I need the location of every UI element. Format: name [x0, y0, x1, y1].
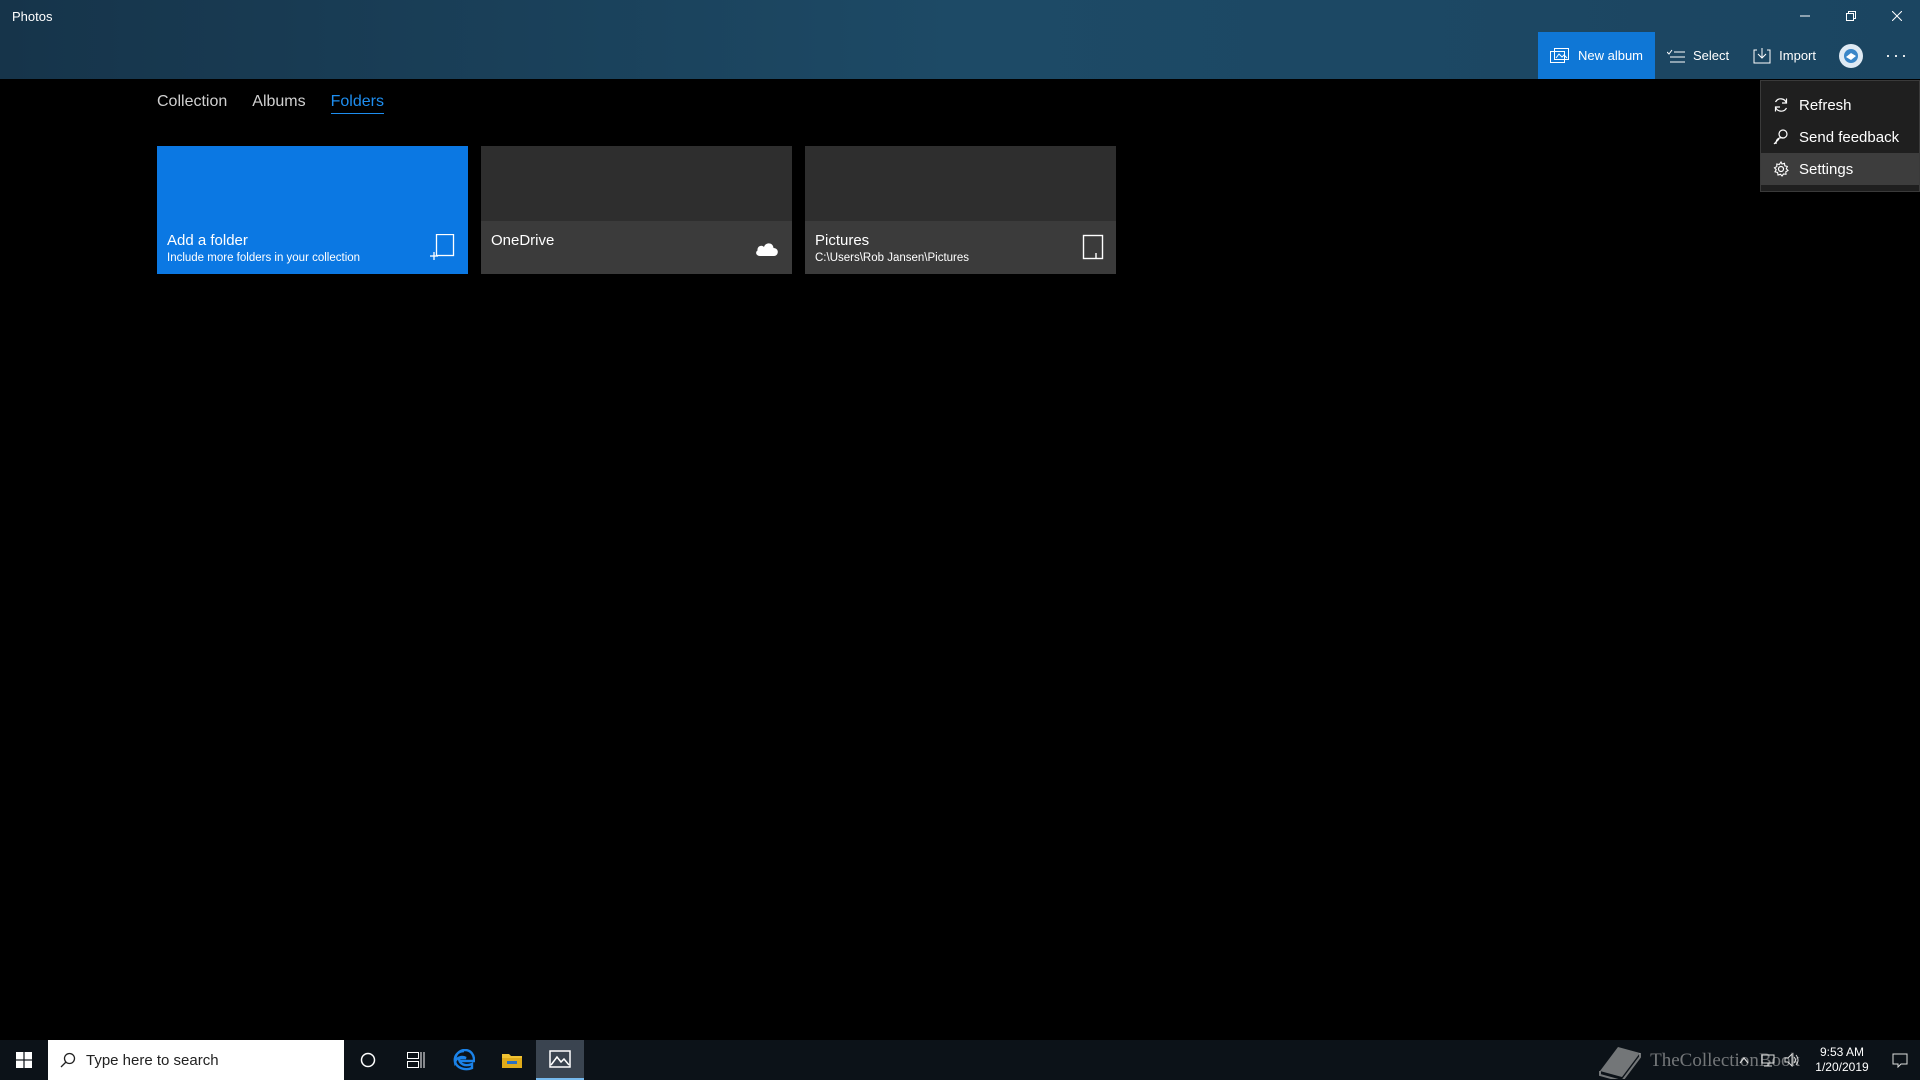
pictures-tile[interactable]: Pictures C:\Users\Rob Jansen\Pictures — [805, 146, 1116, 274]
clock-date: 1/20/2019 — [1815, 1060, 1869, 1074]
import-button[interactable]: Import — [1741, 32, 1828, 79]
onedrive-tile[interactable]: OneDrive — [481, 146, 792, 274]
refresh-icon — [1774, 98, 1788, 112]
new-album-icon — [1549, 47, 1569, 63]
task-view-button[interactable] — [392, 1040, 440, 1080]
edge-icon — [453, 1049, 475, 1071]
folder-icon — [502, 1054, 522, 1068]
close-button[interactable] — [1874, 0, 1920, 32]
action-center-button[interactable] — [1880, 1052, 1920, 1068]
import-label: Import — [1779, 48, 1816, 63]
menu-item-label: Refresh — [1799, 96, 1852, 114]
tab-albums[interactable]: Albums — [252, 93, 305, 114]
tile-preview — [157, 146, 468, 221]
file-explorer-button[interactable] — [488, 1040, 536, 1080]
select-label: Select — [1693, 48, 1730, 63]
device-icon — [1082, 234, 1104, 260]
app-toolbar: New album Select Import ··· — [1537, 32, 1920, 79]
show-hidden-icons-button[interactable] — [1732, 1056, 1756, 1064]
minimize-button[interactable] — [1782, 0, 1828, 32]
clock-time: 9:53 AM — [1819, 1045, 1865, 1059]
photos-icon — [549, 1050, 571, 1068]
tile-title: OneDrive — [491, 232, 555, 249]
network-icon — [1761, 1054, 1775, 1067]
photos-taskbar-button[interactable] — [536, 1040, 584, 1080]
chevron-up-icon — [1739, 1057, 1749, 1064]
menu-item-label: Send feedback — [1799, 128, 1900, 146]
tile-title: Pictures — [815, 232, 870, 249]
notification-icon — [1892, 1053, 1908, 1068]
tile-title: Add a folder — [167, 232, 248, 249]
minimize-icon — [1800, 15, 1810, 17]
edge-browser-button[interactable] — [440, 1040, 488, 1080]
task-view-icon — [407, 1052, 425, 1068]
cortana-button[interactable] — [344, 1040, 392, 1080]
account-button[interactable] — [1828, 32, 1874, 79]
avatar — [1839, 43, 1863, 68]
tab-collection[interactable]: Collection — [157, 93, 227, 114]
tile-subtitle: Include more folders in your collection — [167, 252, 361, 264]
select-button[interactable]: Select — [1655, 32, 1741, 79]
more-options-button[interactable]: ··· — [1874, 32, 1920, 79]
cloud-icon — [756, 243, 778, 256]
new-album-button[interactable]: New album — [1537, 32, 1656, 79]
tab-folders[interactable]: Folders — [330, 93, 384, 114]
volume-icon — [1784, 1053, 1799, 1067]
book-icon — [1599, 1047, 1642, 1079]
close-icon — [1892, 11, 1902, 21]
select-icon — [1667, 49, 1686, 62]
network-button[interactable] — [1756, 1053, 1780, 1067]
import-icon — [1753, 47, 1771, 63]
gear-icon — [1773, 161, 1789, 177]
tile-subtitle: C:\Users\Rob Jansen\Pictures — [815, 252, 970, 264]
new-album-label: New album — [1577, 48, 1644, 63]
volume-button[interactable] — [1780, 1053, 1804, 1067]
add-folder-icon — [430, 234, 455, 260]
search-placeholder: Type here to search — [86, 1051, 219, 1069]
app-title: Photos — [12, 9, 53, 24]
window-controls — [1782, 0, 1920, 32]
taskbar-search-box[interactable]: Type here to search — [48, 1040, 344, 1080]
add-folder-tile[interactable]: Add a folder Include more folders in you… — [157, 146, 468, 274]
more-options-menu: Refresh Send feedback Settings — [1760, 80, 1920, 192]
system-tray: 9:53 AM 1/20/2019 — [1732, 1040, 1920, 1080]
start-button[interactable] — [0, 1040, 48, 1080]
search-icon — [60, 1052, 76, 1068]
windows-logo-icon — [16, 1052, 32, 1068]
taskbar-clock[interactable]: 9:53 AM 1/20/2019 — [1804, 1045, 1880, 1075]
menu-item-label: Settings — [1799, 160, 1854, 178]
tile-preview — [805, 146, 1116, 221]
cortana-icon — [360, 1052, 376, 1068]
menu-item-settings[interactable]: Settings — [1761, 153, 1919, 185]
view-tabs: Collection Albums Folders — [157, 93, 384, 114]
feedback-icon — [1773, 129, 1788, 145]
tile-preview — [481, 146, 792, 221]
restore-icon — [1846, 11, 1856, 21]
photos-app: Photos New album Select Import ··· Colle… — [0, 0, 1920, 1040]
taskbar: Type here to search TheCollectionBook 9:… — [0, 1040, 1920, 1080]
restore-button[interactable] — [1828, 0, 1874, 32]
app-header: Photos New album Select Import ··· — [0, 0, 1920, 79]
menu-item-refresh[interactable]: Refresh — [1761, 89, 1919, 121]
avatar-icon — [1844, 48, 1858, 63]
menu-item-send-feedback[interactable]: Send feedback — [1761, 121, 1919, 153]
